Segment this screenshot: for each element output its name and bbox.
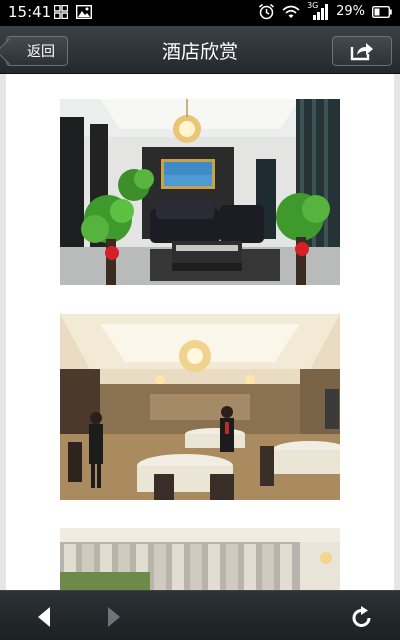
battery-icon — [372, 5, 392, 18]
nav-back-button[interactable] — [30, 603, 58, 631]
arrow-right-icon — [108, 607, 120, 627]
gallery-photo-lobby[interactable] — [60, 99, 340, 285]
arrow-left-icon — [38, 607, 50, 627]
nav-forward-button[interactable] — [100, 603, 128, 631]
alarm-icon — [259, 3, 275, 20]
image-notification-icon — [76, 5, 92, 19]
back-button[interactable]: 返回 — [6, 36, 68, 66]
gallery-photo-dining[interactable] — [60, 314, 340, 500]
grid-app-icon — [54, 5, 68, 19]
refresh-button[interactable] — [348, 603, 376, 631]
refresh-icon — [352, 606, 371, 627]
wifi-icon — [282, 5, 300, 18]
share-icon — [350, 43, 373, 61]
status-time: 15:41 — [8, 3, 52, 21]
title-bar: 返回 酒店欣赏 — [0, 26, 400, 74]
page-title: 酒店欣赏 — [161, 41, 238, 63]
notification-icons — [54, 5, 92, 19]
battery-percent: 29% — [336, 4, 365, 19]
gallery-content — [0, 74, 400, 590]
browser-toolbar — [0, 590, 400, 640]
status-right: 3G 29% — [258, 1, 392, 20]
status-bar: 15:41 3G 29% — [0, 0, 400, 26]
back-button-label: 返回 — [27, 44, 55, 60]
share-button[interactable] — [332, 36, 392, 66]
gallery-photo-hall[interactable] — [60, 528, 340, 590]
signal-icon: 3G — [307, 1, 329, 20]
